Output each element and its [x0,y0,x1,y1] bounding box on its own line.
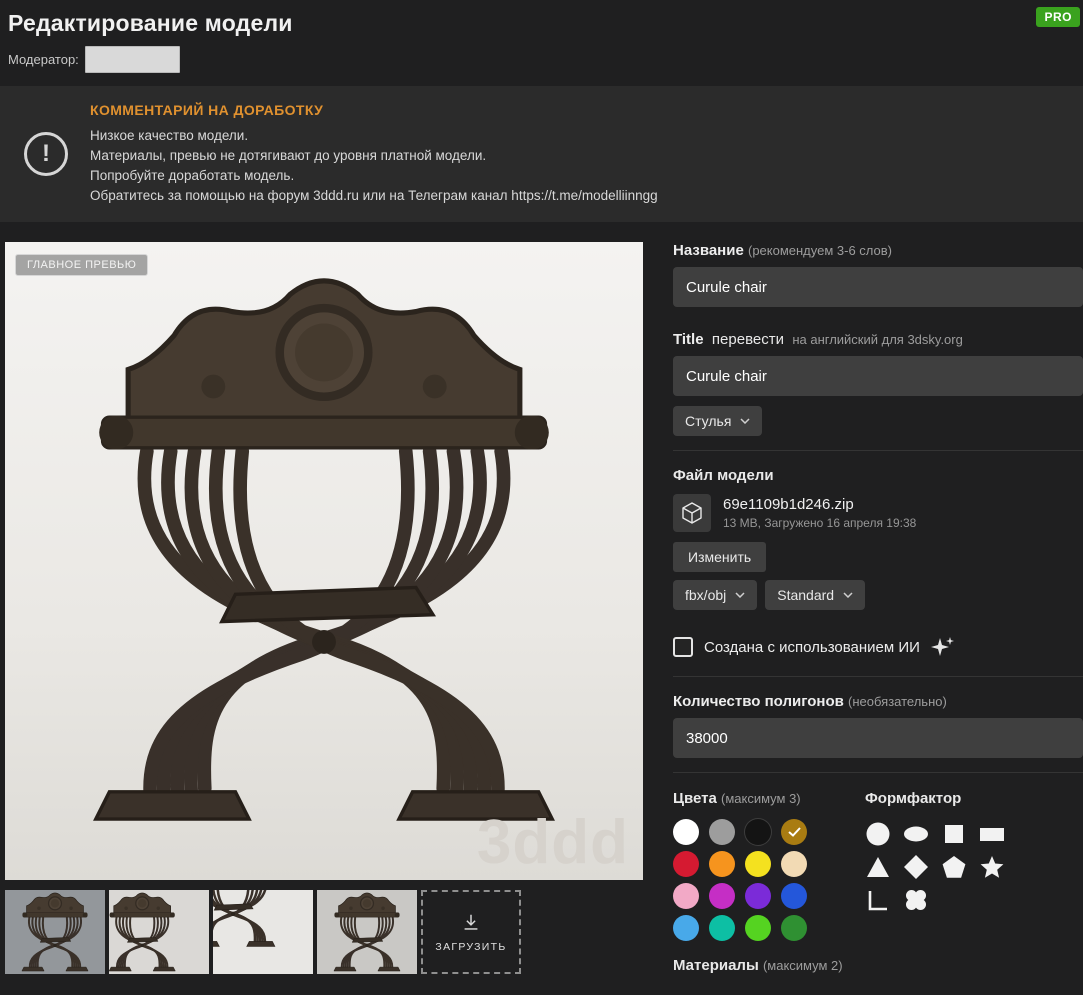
pro-badge: PRO [1036,7,1080,27]
title-input[interactable] [673,356,1083,396]
warning-line: Обратитесь за помощью на форум 3ddd.ru и… [90,188,658,203]
shape-circle-icon[interactable] [865,821,891,847]
color-swatch-white[interactable] [673,819,699,845]
moderator-input[interactable] [84,46,180,73]
color-swatch-green[interactable] [745,915,771,941]
section-divider [673,676,1083,677]
polygons-label: Количество полигонов (необязательно) [673,693,947,710]
check-icon [781,819,807,845]
chevron-down-icon [740,418,750,424]
upload-icon [464,914,478,930]
color-swatch-ochre-selected[interactable] [781,819,807,845]
shape-triangle-icon[interactable] [865,854,891,880]
chevron-down-icon [843,592,853,598]
color-swatch-orange[interactable] [709,851,735,877]
model-file-row: 69e1109b1d246.zip 13 МВ, Загружено 16 ап… [673,494,1083,532]
page-title: Редактирование модели [8,10,293,36]
colors-label: Цвета (максимум 3) [673,790,801,807]
thumbnail-2[interactable] [109,890,209,974]
color-swatch-red[interactable] [673,851,699,877]
name-hint: (рекомендуем 3-6 слов) [747,243,892,258]
color-swatch-gray[interactable] [709,819,735,845]
moderator-row: Модератор: [8,46,1075,73]
polygons-hint: (необязательно) [848,694,947,709]
color-swatch-magenta[interactable] [709,883,735,909]
ai-checkbox-row: Создана с использованием ИИ [673,636,1083,658]
ai-checkbox[interactable] [673,637,693,657]
color-swatch-grid [673,819,859,941]
thumbnail-4[interactable] [317,890,417,974]
shape-l-icon[interactable] [865,887,891,913]
title-label: Title перевести на английский для 3dsky.… [673,331,963,348]
page-header: Редактирование модели PRO Модератор: [0,0,1083,73]
shape-star-icon[interactable] [979,854,1005,880]
ai-checkbox-label: Создана с использованием ИИ [704,638,920,656]
file-info: 69e1109b1d246.zip 13 МВ, Загружено 16 ап… [723,496,916,530]
color-swatch-dark-green[interactable] [781,915,807,941]
thumbnail-strip: ЗАГРУЗИТЬ [5,890,643,974]
edit-model-page: Редактирование модели PRO Модератор: ! К… [0,0,1083,995]
cube-file-icon [673,494,711,532]
shape-clover-icon[interactable] [903,887,929,913]
translate-link[interactable]: перевести [712,331,784,348]
renderer-dropdown[interactable]: Standard [765,580,866,610]
exclamation-icon: ! [24,132,68,176]
category-dropdown[interactable]: Стулья [673,406,763,436]
shape-pentagon-icon[interactable] [941,854,967,880]
file-name: 69e1109b1d246.zip [723,496,854,513]
colors-hint: (максимум 3) [721,791,801,806]
main-preview-badge: ГЛАВНОЕ ПРЕВЬЮ [15,254,149,276]
polygons-input[interactable] [673,718,1083,758]
warning-line: Материалы, превью не дотягивают до уровн… [90,148,487,163]
section-divider [673,772,1083,773]
materials-label: Материалы (максимум 2) [673,957,843,974]
chair-render-image [52,260,597,840]
shape-square-icon[interactable] [941,821,967,847]
formfactor-block: Формфактор [865,789,1009,941]
formfactor-grid [865,821,1009,913]
color-swatch-blue[interactable] [781,883,807,909]
file-meta: 13 МВ, Загружено 16 апреля 19:38 [723,516,917,530]
change-file-button[interactable]: Изменить [673,542,767,572]
color-swatch-beige[interactable] [781,851,807,877]
moderator-label: Модератор: [8,52,79,67]
file-section-title: Файл модели [673,467,774,484]
name-label: Название (рекомендуем 3-6 слов) [673,242,892,259]
thumbnail-1[interactable] [5,890,105,974]
moderation-warning-panel: ! КОММЕНТАРИЙ НА ДОРАБОТКУ Низкое качест… [0,86,1083,222]
watermark: 3ddd [476,807,629,877]
title-hint: на английский для 3dsky.org [792,332,963,347]
warning-line: Попробуйте доработать модель. [90,168,295,183]
formfactor-label: Формфактор [865,790,962,807]
chevron-down-icon [735,592,745,598]
warning-text-block: КОММЕНТАРИЙ НА ДОРАБОТКУ Низкое качество… [90,102,658,206]
color-swatch-violet[interactable] [745,883,771,909]
warning-line: Низкое качество модели. [90,128,249,143]
shape-diamond-icon[interactable] [903,854,929,880]
shape-ellipse-icon[interactable] [903,821,929,847]
upload-preview-button[interactable]: ЗАГРУЗИТЬ [421,890,521,974]
color-swatch-yellow[interactable] [745,851,771,877]
sparkles-icon [930,637,954,656]
color-swatch-pink[interactable] [673,883,699,909]
color-swatch-black[interactable] [745,819,771,845]
shape-rectangle-icon[interactable] [979,821,1005,847]
format-dropdown[interactable]: fbx/obj [673,580,758,610]
color-swatch-light-blue[interactable] [673,915,699,941]
color-swatch-teal[interactable] [709,915,735,941]
main-preview-image: ГЛАВНОЕ ПРЕВЬЮ 3ddd [5,242,643,880]
form-column: Название (рекомендуем 3-6 слов) Title пе… [673,242,1083,974]
warning-heading: КОММЕНТАРИЙ НА ДОРАБОТКУ [90,102,324,118]
section-divider [673,450,1083,451]
name-input[interactable] [673,267,1083,307]
colors-block: Цвета (максимум 3) [673,789,859,941]
materials-hint: (максимум 2) [762,958,843,973]
preview-column: ГЛАВНОЕ ПРЕВЬЮ 3ddd ЗАГРУЗИТЬ [5,242,643,974]
upload-label: ЗАГРУЗИТЬ [435,940,507,953]
thumbnail-3[interactable] [213,890,313,974]
